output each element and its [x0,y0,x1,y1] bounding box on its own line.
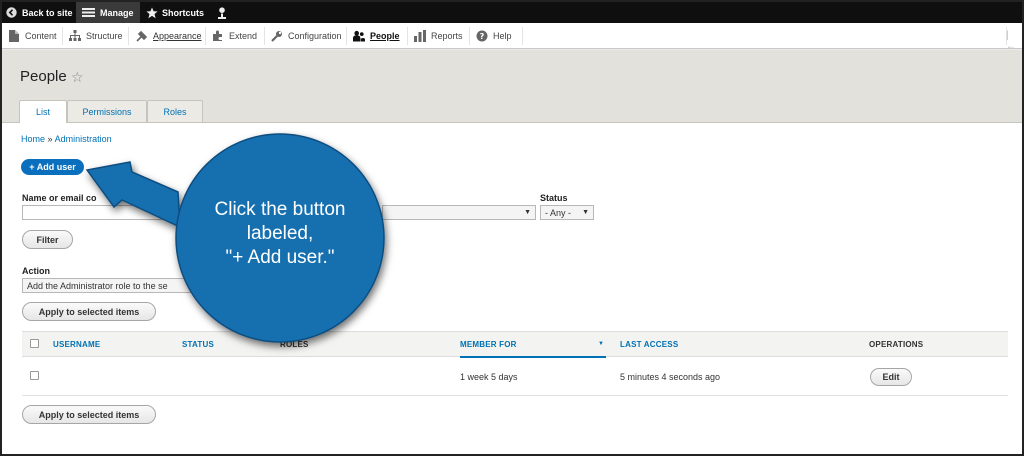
extend-icon [212,30,224,42]
divider [469,27,470,45]
content-icon [8,30,20,42]
select-all-checkbox[interactable] [30,339,39,348]
favorite-star-icon[interactable]: ☆ [71,69,84,86]
menu-item-label: Appearance [153,31,202,41]
menu-item-configuration[interactable]: Configuration [271,23,342,49]
table-row: 1 week 5 days 5 minutes 4 seconds ago Ed… [22,358,1008,396]
apply-selected-button[interactable]: Apply to selected items [22,302,156,321]
menu-item-content[interactable]: Content [8,23,57,49]
divider [346,27,347,45]
callout-text: Click the button labeled, "+ Add user." [190,198,370,270]
apply-selected-button-bottom[interactable]: Apply to selected items [22,405,156,424]
column-header-roles: ROLES [280,340,309,349]
status-select-value: - Any - [545,207,572,218]
manage-label: Manage [100,7,134,18]
edit-button[interactable]: Edit [870,368,912,386]
breadcrumb-separator: » [47,134,53,144]
column-header-operations: OPERATIONS [869,340,924,349]
appearance-icon [136,30,148,42]
menu-item-structure[interactable]: Structure [69,23,123,49]
menu-item-label: Extend [229,31,258,41]
action-select[interactable]: Add the Administrator role to the se [22,278,212,293]
divider [205,27,206,45]
help-icon: ? [476,30,488,42]
status-label: Status [540,193,568,203]
filter-button[interactable]: Filter [22,230,73,249]
menu-item-label: Content [25,31,57,41]
chevron-down-icon: ▼ [524,209,531,216]
chevron-down-icon: ▼ [582,209,589,216]
action-label: Action [22,266,50,276]
status-select[interactable]: - Any - ▼ [540,205,594,220]
menu-item-label: Configuration [288,31,342,41]
wrench-icon [271,30,283,42]
tab-permissions[interactable]: Permissions [67,100,147,122]
tab-list[interactable]: List [19,100,67,123]
column-header-last-access[interactable]: LAST ACCESS [620,340,678,349]
collapse-tray-icon[interactable]: |← [1006,30,1016,52]
shortcuts-button[interactable]: Shortcuts [146,2,204,23]
menu-item-extend[interactable]: Extend [212,23,257,49]
tab-roles[interactable]: Roles [147,100,203,122]
member-for-cell: 1 week 5 days [460,372,518,382]
menu-item-appearance[interactable]: Appearance [136,23,202,49]
user-icon [217,6,227,19]
table-header: USERNAME STATUS ROLES MEMBER FOR ▼ LAST … [22,331,1008,358]
menu-icon [82,7,95,18]
breadcrumb-home-link[interactable]: Home [21,134,45,144]
menu-item-label: Structure [86,31,123,41]
shortcuts-label: Shortcuts [162,7,205,18]
page-title: People [20,68,67,85]
back-arrow-icon [6,7,17,18]
svg-text:?: ? [480,32,485,41]
name-email-label: Name or email co [22,193,97,203]
breadcrumb: Home » Administration [21,134,112,144]
callout-line: Click the button [214,199,346,220]
people-icon [353,30,365,42]
menu-item-help[interactable]: ? Help [476,23,512,49]
name-email-input[interactable] [22,205,182,220]
column-header-username[interactable]: USERNAME [53,340,100,349]
user-button[interactable] [215,2,229,23]
row-select-checkbox[interactable] [30,371,39,380]
divider [522,27,523,45]
column-header-member-for[interactable]: MEMBER FOR [460,340,517,349]
divider [128,27,129,45]
breadcrumb-administration-link[interactable]: Administration [55,134,112,144]
callout-line: labeled, [246,223,314,244]
structure-icon [69,30,81,42]
reports-icon [414,30,426,42]
menu-item-label: People [370,31,400,41]
sort-descending-icon: ▼ [598,341,604,347]
back-to-site-link[interactable]: Back to site [6,2,73,23]
add-user-button[interactable]: + Add user [21,159,84,175]
manage-button[interactable]: Manage [76,2,140,23]
page-header: People ☆ List Permissions Roles [2,50,1022,123]
menu-item-label: Reports [431,31,463,41]
divider [62,27,63,45]
star-icon [146,7,158,19]
divider [264,27,265,45]
column-header-status[interactable]: STATUS [182,340,214,349]
role-select[interactable]: ▼ [382,205,536,220]
callout-line: "+ Add user." [225,247,335,268]
last-access-cell: 5 minutes 4 seconds ago [620,372,721,382]
menu-item-people[interactable]: People [353,23,400,49]
admin-toolbar: Back to site Manage Shortcuts [2,2,1022,23]
menu-item-label: Help [493,31,512,41]
admin-menu-tray: Content Structure Appearance Extend Conf… [2,23,1022,52]
divider [407,27,408,45]
browser-frame: Back to site Manage Shortcuts Content St… [0,0,1024,456]
menu-item-reports[interactable]: Reports [414,23,463,49]
back-to-site-label: Back to site [22,7,73,18]
